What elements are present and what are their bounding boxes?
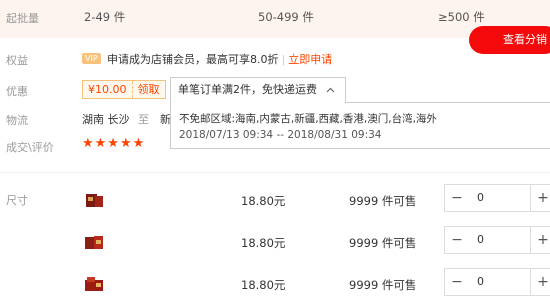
section-divider [0, 172, 550, 173]
price-tier-3: ≥500 件 [438, 10, 485, 24]
promo-dropdown[interactable]: 单笔订单满2件，免快递运费 [170, 77, 346, 103]
sku-price: 18.80元 [241, 236, 286, 250]
sku-price: 18.80元 [241, 194, 286, 208]
promo-title: 单笔订单满2件，免快递运费 [178, 83, 317, 96]
benefits-label: 权益 [6, 54, 28, 67]
member-benefit-text: 申请成为店铺会员，最高可享8.0折 | 立即申请 [107, 51, 332, 67]
ship-from-location[interactable]: 湖南 长沙 [82, 111, 130, 127]
vip-badge: VIP [82, 53, 101, 64]
discount-label: 优惠 [6, 85, 28, 98]
quantity-decrease-button[interactable]: − [444, 268, 470, 296]
quantity-decrease-button[interactable]: − [444, 226, 470, 254]
price-tier-label: 起批量 [6, 12, 39, 25]
sku-row: 18.80元 9999 件可售 − 0 + [0, 264, 550, 299]
quantity-increase-button[interactable]: + [530, 184, 550, 212]
quantity-increase-button[interactable]: + [530, 226, 550, 254]
coupon[interactable]: ¥10.00 领取 [82, 80, 166, 99]
product-thumbnail[interactable] [82, 272, 106, 296]
coupon-amount: ¥10.00 [83, 81, 133, 98]
quantity-increase-button[interactable]: + [530, 268, 550, 296]
price-tier-1: 2-49 件 [84, 10, 126, 24]
sku-stock: 9999 件可售 [349, 278, 417, 292]
price-tier-2: 50-499 件 [258, 10, 314, 24]
ship-to-word: 至 [138, 113, 149, 126]
deals-rating-label: 成交\评价 [6, 141, 54, 154]
chevron-up-icon [326, 79, 335, 103]
promo-exclusion-text: 不免邮区域:海南,内蒙古,新疆,西藏,香港,澳门,台湾,海外 [179, 113, 437, 125]
promo-date-range: 2018/07/13 09:34 -- 2018/08/31 09:34 [179, 129, 382, 141]
member-benefit-separator: | [281, 53, 286, 66]
product-thumbnail[interactable] [82, 188, 106, 212]
product-thumbnail[interactable] [82, 230, 106, 254]
price-tier-bar: 起批量 2-49 件 50-499 件 ≥500 件 [0, 0, 550, 38]
sku-stock: 9999 件可售 [349, 236, 417, 250]
member-benefit-desc: 申请成为店铺会员，最高可享8.0折 [107, 53, 279, 66]
logistics-label: 物流 [6, 114, 28, 127]
quantity-input[interactable]: 0 [469, 226, 531, 254]
sku-row: 18.80元 9999 件可售 − 0 + [0, 180, 550, 220]
sku-row: 18.80元 9999 件可售 − 0 + [0, 222, 550, 262]
coupon-get-button[interactable]: 领取 [133, 81, 165, 98]
sku-price: 18.80元 [241, 278, 286, 292]
promo-popup: 不免邮区域:海南,内蒙古,新疆,西藏,香港,澳门,台湾,海外 2018/07/1… [170, 102, 550, 149]
rating-stars: ★★★★★ [82, 136, 146, 151]
view-distribution-button[interactable]: 查看分销 [469, 26, 550, 54]
quantity-input[interactable]: 0 [469, 268, 531, 296]
quantity-input[interactable]: 0 [469, 184, 531, 212]
apply-membership-link[interactable]: 立即申请 [288, 53, 332, 66]
sku-stock: 9999 件可售 [349, 194, 417, 208]
quantity-decrease-button[interactable]: − [444, 184, 470, 212]
